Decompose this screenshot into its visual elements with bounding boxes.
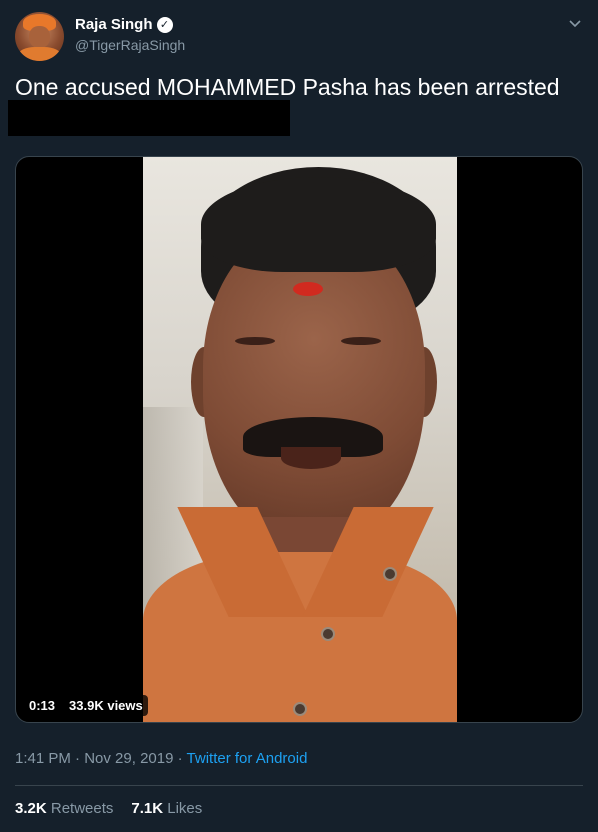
verified-badge-icon: ✓ xyxy=(156,16,173,33)
likes-count: 7.1K xyxy=(131,800,164,817)
video-views: 33.9K views xyxy=(64,695,148,716)
tweet-source-link[interactable]: Twitter for Android xyxy=(187,750,308,767)
author-display-name[interactable]: Raja Singh xyxy=(75,16,153,33)
author-avatar[interactable] xyxy=(15,12,64,61)
retweets-stat[interactable]: 3.2K Retweets xyxy=(15,800,113,817)
tweet-stats: 3.2K Retweets 7.1K Likes xyxy=(15,800,202,817)
video-badges: 0:13 33.9K views xyxy=(24,695,148,716)
tweet-date[interactable]: Nov 29, 2019 xyxy=(84,750,173,767)
video-player[interactable]: 0:13 33.9K views xyxy=(15,156,583,723)
chevron-down-icon[interactable] xyxy=(566,14,584,32)
likes-stat[interactable]: 7.1K Likes xyxy=(131,800,202,817)
tweet-text: One accused MOHAMMED Pasha has been arre… xyxy=(15,74,560,100)
meta-separator: · xyxy=(75,750,81,767)
avatar-shirt xyxy=(18,47,61,61)
retweets-count: 3.2K xyxy=(15,800,47,817)
video-frame xyxy=(143,157,457,722)
retweets-label: Retweets xyxy=(50,800,114,817)
avatar-face xyxy=(29,26,50,48)
tweet-metadata: 1:41 PM · Nov 29, 2019 · Twitter for And… xyxy=(15,750,307,767)
author-handle[interactable]: @TigerRajaSingh xyxy=(75,37,185,53)
divider xyxy=(15,785,583,786)
tweet-time[interactable]: 1:41 PM xyxy=(15,750,71,767)
redacted-text-block xyxy=(8,100,290,136)
likes-label: Likes xyxy=(167,800,203,817)
video-duration: 0:13 xyxy=(24,695,61,716)
meta-separator-2: · xyxy=(177,750,183,767)
author-name-row[interactable]: Raja Singh ✓ xyxy=(75,16,173,33)
